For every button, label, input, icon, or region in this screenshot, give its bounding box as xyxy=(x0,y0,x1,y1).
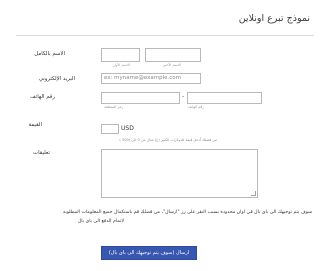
comments-label: تعليقات xyxy=(33,150,50,156)
resize-handle-icon[interactable] xyxy=(251,191,256,196)
amount-label: القيمة xyxy=(28,122,42,128)
last-name-input[interactable] xyxy=(145,48,201,62)
phone-area-input[interactable] xyxy=(101,92,180,104)
amount-input[interactable] xyxy=(101,124,119,134)
phone-separator: - xyxy=(182,93,185,100)
currency-label: USD xyxy=(121,125,134,132)
phone-number-sublabel: رقم الهاتف xyxy=(187,105,204,109)
comments-textarea[interactable] xyxy=(101,149,258,198)
paypal-redirect-note-2: لاتمام الدفع الى باى بال xyxy=(77,219,124,224)
title-divider xyxy=(16,35,314,36)
form-title: نموذج تبرع اونلاين xyxy=(238,13,310,24)
phone-area-sublabel: رمز المنطقة xyxy=(104,105,123,109)
phone-number-input[interactable] xyxy=(187,92,262,104)
paypal-redirect-note: سوف يتم توجيهك الى باى بال في اوان محدود… xyxy=(62,210,312,215)
submit-button[interactable]: ارسال (سوف يتم توجيهك الى باى بال) xyxy=(101,246,197,260)
email-input[interactable]: ex: myname@example.com xyxy=(101,73,201,84)
amount-hint: من فضلك أدخل قيمة للدولارات الكبير (ج) م… xyxy=(119,138,217,142)
last-name-sublabel: الاسم الأخير xyxy=(163,63,181,67)
email-label: البريد الإلكتروني xyxy=(38,76,75,82)
phone-label: رقم الهاتف xyxy=(30,94,55,100)
first-name-sublabel: الاسم الأول xyxy=(113,63,130,67)
full-name-label: الاسم بالكامل xyxy=(34,51,65,57)
first-name-input[interactable] xyxy=(101,48,140,62)
